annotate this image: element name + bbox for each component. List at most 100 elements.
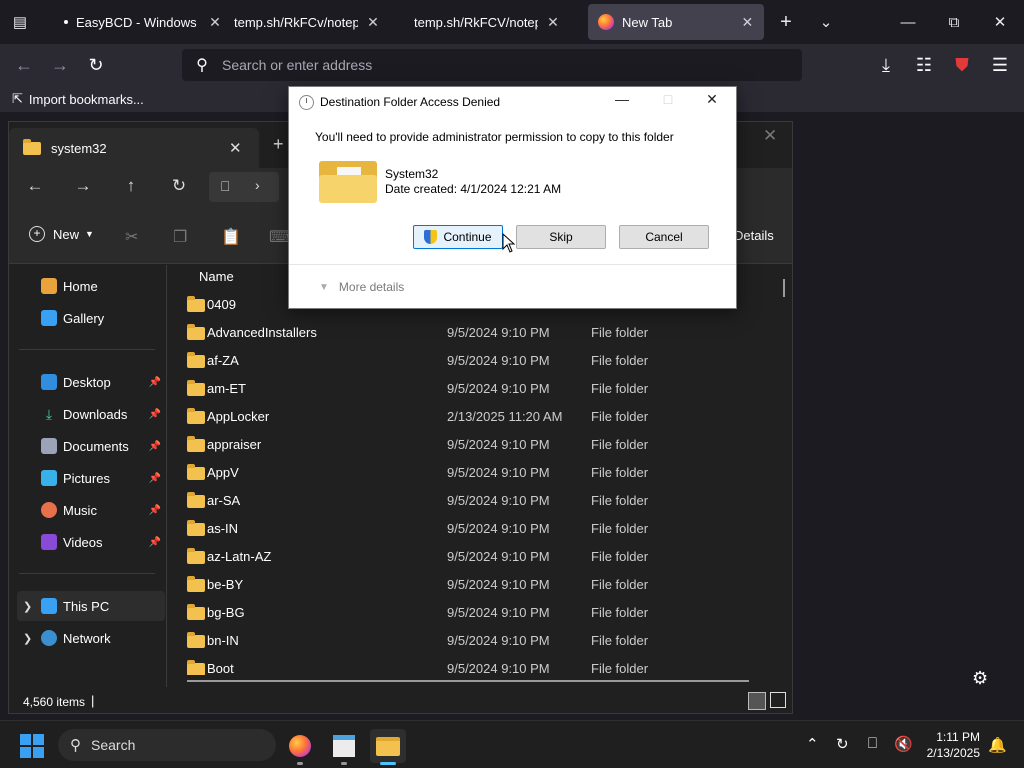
table-row[interactable]: am-ET 9/5/2024 9:10 PM File folder xyxy=(169,375,779,403)
sidebar-item-home[interactable]: Home xyxy=(17,271,165,301)
more-details-toggle[interactable]: ▼ More details xyxy=(319,280,404,294)
details-button[interactable]: Details xyxy=(734,228,774,243)
back-arrow-icon[interactable]: ← xyxy=(8,50,40,80)
row-type: File folder xyxy=(591,437,649,452)
sidebar-item-this-pc[interactable]: ❯ This PC xyxy=(17,591,165,621)
tab-close-icon[interactable]: ✕ xyxy=(366,14,380,31)
tab-list-chevron-icon[interactable]: ⌄ xyxy=(806,6,846,38)
table-row[interactable]: AdvancedInstallers 9/5/2024 9:10 PM File f… xyxy=(169,319,779,347)
windows-start-icon[interactable] xyxy=(20,734,44,758)
table-row[interactable]: as-IN 9/5/2024 9:10 PM File folder xyxy=(169,515,779,543)
downloads-icon[interactable]: ⤓ xyxy=(870,50,902,80)
new-tab-plus-icon[interactable]: + xyxy=(766,6,806,38)
pin-icon[interactable]: 📌 xyxy=(149,409,161,420)
extensions-icon[interactable]: ☷ xyxy=(908,50,940,80)
volume-muted-icon[interactable]: 🔇 xyxy=(894,735,913,753)
sidebar-item-gallery[interactable]: Gallery xyxy=(17,303,165,333)
sync-icon[interactable]: ↻ xyxy=(836,735,849,753)
tab-indicator-icon xyxy=(64,20,68,24)
close-window-icon[interactable]: ✕ xyxy=(980,6,1020,38)
close-icon[interactable]: ✕ xyxy=(697,91,727,113)
taskbar-clock[interactable]: 1:11 PM 2/13/2025 xyxy=(914,729,980,761)
tab-overview-icon[interactable]: ▤ xyxy=(0,6,40,38)
table-row[interactable]: af-ZA 9/5/2024 9:10 PM File folder xyxy=(169,347,779,375)
column-header-name[interactable]: Name xyxy=(199,269,234,284)
forward-arrow-icon[interactable]: → xyxy=(44,50,76,80)
taskbar-firefox[interactable] xyxy=(282,729,318,765)
minimize-icon[interactable]: — xyxy=(607,91,637,113)
new-button[interactable]: + New ▼ xyxy=(29,226,94,242)
tab-close-icon[interactable]: ✕ xyxy=(546,14,560,31)
table-row[interactable]: bn-IN 9/5/2024 9:10 PM File folder xyxy=(169,627,779,655)
taskbar-search-box[interactable]: ⚲ Search xyxy=(58,729,276,761)
table-row[interactable]: AppLocker 2/13/2025 11:20 AM File folder xyxy=(169,403,779,431)
menu-hamburger-icon[interactable]: ☰ xyxy=(984,50,1016,80)
import-bookmarks-link[interactable]: Import bookmarks... xyxy=(29,92,144,107)
table-row[interactable]: be-BY 9/5/2024 9:10 PM File folder xyxy=(169,571,779,599)
minimize-icon[interactable]: — xyxy=(888,6,928,38)
sidebar-item-documents[interactable]: Documents 📌 xyxy=(17,431,165,461)
browser-tab-notepad-2[interactable]: temp.sh/RkFCV/notepad.ex ✕ xyxy=(404,4,570,40)
continue-button[interactable]: Continue xyxy=(413,225,503,249)
explorer-new-tab-icon[interactable]: + xyxy=(273,134,284,155)
skip-button[interactable]: Skip xyxy=(516,225,606,249)
tab-close-icon[interactable]: ✕ xyxy=(229,139,242,157)
pin-icon[interactable]: 📌 xyxy=(149,505,161,516)
cut-icon[interactable]: ✂ xyxy=(125,227,138,247)
explorer-tab-system32[interactable]: system32 ✕ xyxy=(9,128,259,168)
browser-tab-new-tab[interactable]: New Tab ✕ xyxy=(588,4,764,40)
sidebar-item-desktop[interactable]: Desktop 📌 xyxy=(17,367,165,397)
status-divider: | xyxy=(91,693,95,708)
table-row[interactable]: ar-SA 9/5/2024 9:10 PM File folder xyxy=(169,487,779,515)
paste-icon[interactable]: 📋 xyxy=(221,227,241,247)
notification-bell-icon[interactable]: 🔔 xyxy=(988,736,1007,754)
table-row[interactable]: az-Latn-AZ 9/5/2024 9:10 PM File folder xyxy=(169,543,779,571)
pin-icon[interactable]: 📌 xyxy=(149,473,161,484)
settings-gear-icon[interactable]: ⚙ xyxy=(972,668,988,689)
address-placeholder: Search or enter address xyxy=(222,57,373,73)
explorer-address-bar[interactable]: ⎕ › xyxy=(209,172,279,202)
details-view-icon[interactable] xyxy=(748,692,766,710)
forward-arrow-icon[interactable]: → xyxy=(71,176,95,196)
sidebar-item-pictures[interactable]: Pictures 📌 xyxy=(17,463,165,493)
clock-time: 1:11 PM xyxy=(936,730,980,744)
folder-name: System32 xyxy=(385,167,439,181)
sidebar-item-videos[interactable]: Videos 📌 xyxy=(17,527,165,557)
vertical-scrollbar[interactable] xyxy=(783,279,785,297)
sidebar-item-label: This PC xyxy=(63,598,110,614)
table-row[interactable]: AppV 9/5/2024 9:10 PM File folder xyxy=(169,459,779,487)
table-row[interactable]: Boot 9/5/2024 9:10 PM File folder xyxy=(169,655,779,675)
taskbar-file-explorer[interactable] xyxy=(370,729,406,765)
chevron-up-icon[interactable]: ⌃ xyxy=(806,735,819,753)
cancel-button[interactable]: Cancel xyxy=(619,225,709,249)
pin-icon[interactable]: 📌 xyxy=(149,537,161,548)
row-date: 9/5/2024 9:10 PM xyxy=(447,465,550,480)
ublock-icon[interactable]: ⛊ xyxy=(946,50,978,80)
horizontal-scrollbar[interactable] xyxy=(187,680,749,682)
tiles-view-icon[interactable] xyxy=(770,692,786,708)
reload-icon[interactable]: ↻ xyxy=(80,50,112,80)
back-arrow-icon[interactable]: ← xyxy=(23,176,47,196)
restore-icon[interactable]: ⧉ xyxy=(934,6,974,38)
sidebar-item-music[interactable]: Music 📌 xyxy=(17,495,165,525)
explorer-close-icon[interactable]: ✕ xyxy=(763,126,777,146)
refresh-icon[interactable]: ↻ xyxy=(167,176,191,196)
sidebar-item-network[interactable]: ❯ Network xyxy=(17,623,165,653)
sidebar-item-downloads[interactable]: ⤓ Downloads 📌 xyxy=(17,399,165,429)
pin-icon[interactable]: 📌 xyxy=(149,377,161,388)
tab-close-icon[interactable]: ✕ xyxy=(741,14,754,31)
up-arrow-icon[interactable]: ↑ xyxy=(119,176,143,196)
browser-tab-notepad-1[interactable]: temp.sh/RkFCv/notepad.ex ✕ xyxy=(224,4,390,40)
row-name: AppV xyxy=(207,465,239,480)
chevron-right-icon[interactable]: ❯ xyxy=(23,632,32,645)
table-row[interactable]: bg-BG 9/5/2024 9:10 PM File folder xyxy=(169,599,779,627)
display-icon[interactable]: ⎕ xyxy=(868,735,877,752)
tab-close-icon[interactable]: ✕ xyxy=(208,14,222,31)
table-row[interactable]: appraiser 9/5/2024 9:10 PM File folder xyxy=(169,431,779,459)
chevron-right-icon[interactable]: ❯ xyxy=(23,600,32,613)
copy-icon[interactable]: ❐ xyxy=(173,227,187,247)
pin-icon[interactable]: 📌 xyxy=(149,441,161,452)
address-bar[interactable]: ⚲ Search or enter address xyxy=(182,49,802,81)
browser-tab-easybcd[interactable]: EasyBCD - Windows Bo ✕ xyxy=(54,4,232,40)
taskbar-notepad[interactable] xyxy=(326,729,362,765)
